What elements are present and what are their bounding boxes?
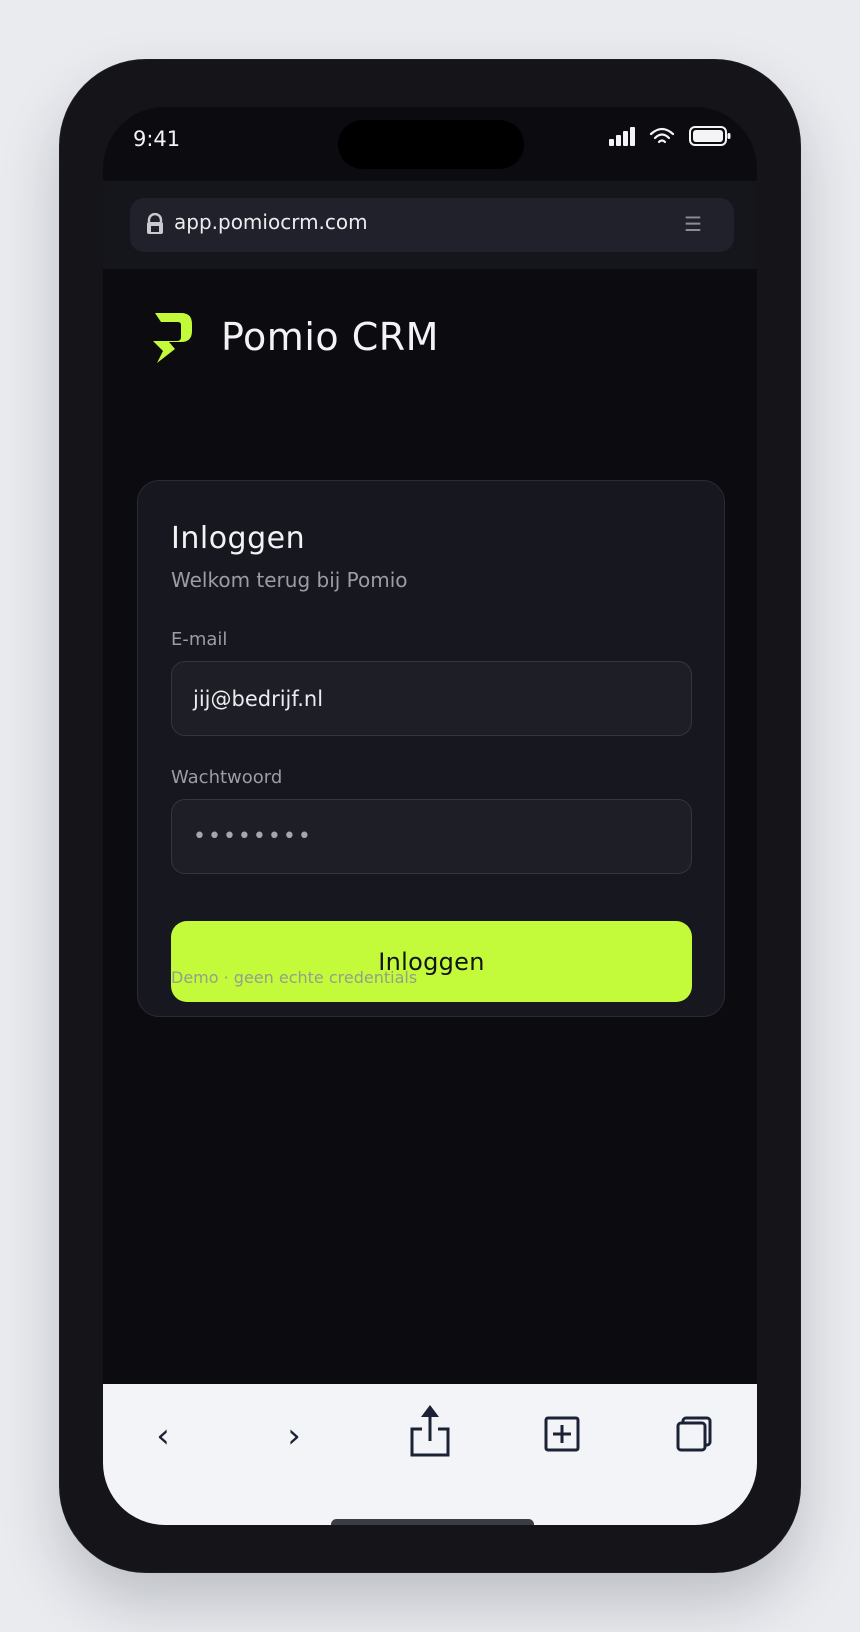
home-indicator[interactable] xyxy=(331,1519,534,1525)
lock-icon xyxy=(146,212,164,239)
tabs-icon xyxy=(676,1416,712,1456)
email-label: E-mail xyxy=(171,629,228,650)
menu-icon[interactable]: ☰ xyxy=(684,213,702,235)
url-text[interactable]: app.pomiocrm.com xyxy=(174,210,368,234)
email-field[interactable]: jij@bedrijf.nl xyxy=(171,661,692,736)
password-label: Wachtwoord xyxy=(171,767,283,788)
email-value: jij@bedrijf.nl xyxy=(193,686,324,711)
login-subtitle: Welkom terug bij Pomio xyxy=(171,568,408,592)
back-icon: ‹ xyxy=(156,1416,170,1456)
phone-screen: 9:41 app.pomiocrm.com ☰ Pomio CRM Inlogg… xyxy=(103,107,757,1525)
login-title: Inloggen xyxy=(171,521,306,556)
password-field[interactable]: •••••••• xyxy=(171,799,692,874)
address-bar[interactable]: app.pomiocrm.com ☰ xyxy=(130,198,734,252)
share-icon xyxy=(410,1403,450,1463)
battery-icon xyxy=(689,125,731,151)
new-tab-button[interactable] xyxy=(532,1411,592,1461)
dynamic-island xyxy=(338,120,524,169)
new-tab-icon xyxy=(544,1416,580,1456)
browser-toolbar: ‹ › xyxy=(103,1384,757,1525)
brand-name: Pomio CRM xyxy=(221,315,439,359)
demo-note: Demo · geen echte credentials xyxy=(171,968,418,987)
login-card: Inloggen Welkom terug bij Pomio E-mail j… xyxy=(137,480,725,1017)
forward-button[interactable]: › xyxy=(264,1411,324,1461)
forward-icon: › xyxy=(287,1416,301,1456)
tabs-button[interactable] xyxy=(664,1411,724,1461)
pomio-logo-icon xyxy=(151,311,195,369)
wifi-icon xyxy=(649,126,675,150)
signal-icon xyxy=(609,126,635,150)
status-icons xyxy=(609,125,731,151)
status-time: 9:41 xyxy=(133,127,181,151)
back-button[interactable]: ‹ xyxy=(133,1411,193,1461)
share-button[interactable] xyxy=(400,1398,460,1468)
status-bar: 9:41 xyxy=(103,107,757,181)
password-value: •••••••• xyxy=(193,824,313,849)
login-button[interactable]: Inloggen xyxy=(171,921,692,1002)
browser-address-area: app.pomiocrm.com ☰ xyxy=(103,181,757,269)
phone-frame: 9:41 app.pomiocrm.com ☰ Pomio CRM Inlogg… xyxy=(60,60,800,1572)
